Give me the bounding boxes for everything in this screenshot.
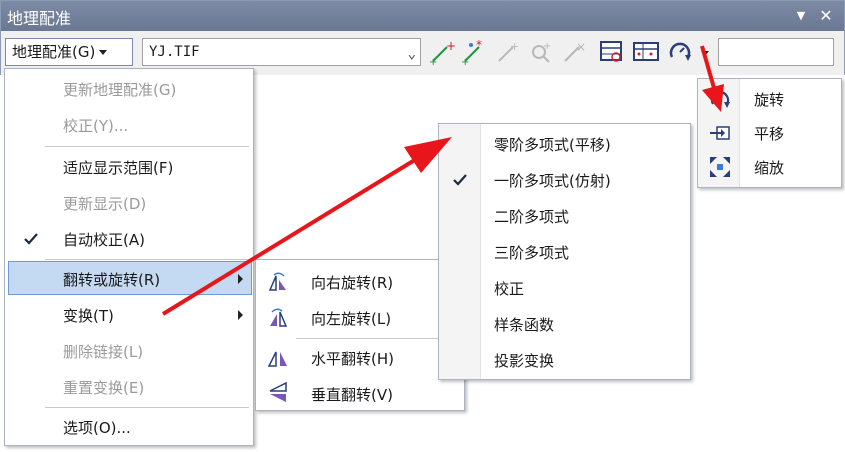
svg-text:+: + [446,39,456,53]
menu-item-label: 校正(Y)... [63,117,129,135]
chevron-right-icon [238,310,243,320]
menu-separator [45,146,249,147]
menu-item-label: 选项(O)... [63,419,131,437]
rotate-tool-dropdown-icon[interactable] [701,51,709,56]
view-link-table-icon[interactable] [597,37,627,67]
menu-item-shift[interactable]: 平移 [698,115,841,151]
menu-item-label: 缩放 [754,159,785,177]
svg-text:+: + [461,57,469,67]
rotate-right-icon [268,272,286,291]
close-icon[interactable]: ✕ [816,6,836,26]
shift-icon [710,126,730,140]
menu-item-delete-links[interactable]: 删除链接(L) [5,333,253,369]
transformation-submenu: 零阶多项式(平移) 一阶多项式(仿射) 二阶多项式 三阶多项式 校正 样条函数 … [438,123,691,380]
georeferencing-toolbar-window: 地理配准 ▼ ✕ 地理配准(G) YJ.TIF ⌄ + + + * + + × [0,0,845,75]
svg-text:+: + [543,41,551,52]
menu-item-spline[interactable]: 样条函数 [439,306,690,342]
menu-item-auto-adjust[interactable]: 自动校正(A) [5,221,253,257]
menu-item-flip-or-rotate[interactable]: 翻转或旋转(R) [8,261,252,295]
menu-item-first-order-polynomial[interactable]: 一阶多项式(仿射) [439,162,690,198]
view-link-table-alt-icon[interactable] [631,37,661,67]
layer-select[interactable]: YJ.TIF ⌄ [142,38,421,66]
menu-item-flip-vertical[interactable]: 垂直翻转(V) [256,376,464,412]
menu-item-third-order-polynomial[interactable]: 三阶多项式 [439,234,690,270]
add-control-points-icon[interactable]: + + [427,37,457,67]
menu-item-label: 垂直翻转(V) [311,386,393,404]
menu-separator [45,407,249,408]
menu-item-projective-transformation[interactable]: 投影变换 [439,342,690,378]
menu-item-label: 向右旋转(R) [311,274,394,292]
menu-item-scale[interactable]: 缩放 [698,149,841,185]
checkmark-icon [453,174,467,186]
menu-item-reset-transformation[interactable]: 重置变换(E) [5,369,253,405]
flip-horizontal-icon [267,351,287,367]
rotate-tool-dropdown-menu: 旋转 平移 缩放 [697,78,842,188]
menu-item-rotate-right[interactable]: 向右旋转(R) [256,264,464,300]
chevron-down-icon: ⌄ [407,46,416,62]
rotate-tool-icon[interactable] [665,37,695,67]
menu-item-label: 一阶多项式(仿射) [494,172,611,190]
svg-text:×: × [576,40,586,54]
svg-text:+: + [429,57,437,67]
menu-item-label: 翻转或旋转(R) [63,271,161,289]
toolbar-titlebar[interactable]: 地理配准 ▼ ✕ [1,1,844,31]
georeferencing-menu-button[interactable]: 地理配准(G) [5,38,133,66]
menu-item-rotate[interactable]: 旋转 [698,81,841,117]
menu-item-label: 投影变换 [494,352,555,370]
menu-item-transformation[interactable]: 变换(T) [5,297,253,333]
menu-item-options[interactable]: 选项(O)... [5,409,253,445]
menu-item-label: 自动校正(A) [63,231,145,249]
menu-item-label: 校正 [494,280,525,298]
chevron-down-icon [99,50,108,55]
rotate-left-icon [270,308,288,327]
flip-vertical-icon [269,381,287,402]
menu-item-label: 水平翻转(H) [311,350,394,368]
checkmark-icon [24,233,38,245]
chevron-right-icon [238,274,243,284]
menu-item-label: 适应显示范围(F) [63,159,174,177]
menu-separator [296,338,460,339]
menu-item-adjust[interactable]: 校正 [439,270,690,306]
menu-item-rotate-left[interactable]: 向左旋转(L) [256,300,464,336]
menu-item-update-georeferencing[interactable]: 更新地理配准(G) [5,71,253,107]
menu-item-label: 三阶多项式 [494,244,570,262]
menu-item-update-display[interactable]: 更新显示(D) [5,185,253,221]
georeferencing-menu-label: 地理配准(G) [12,43,96,61]
menu-item-label: 平移 [754,125,785,143]
flip-or-rotate-submenu: 向右旋转(R) 向左旋转(L) 水平翻转(H) 垂直翻转(V) [255,259,465,411]
menu-item-second-order-polynomial[interactable]: 二阶多项式 [439,198,690,234]
toolbar-title: 地理配准 [7,9,72,28]
menu-item-label: 二阶多项式 [494,208,570,226]
select-link-icon[interactable]: + [493,37,523,67]
svg-text:+: + [510,40,519,53]
menu-item-label: 样条函数 [494,316,555,334]
menu-item-label: 重置变换(E) [63,379,145,397]
menu-item-label: 变换(T) [63,307,114,325]
menu-item-label: 删除链接(L) [63,343,144,361]
auto-add-points-icon[interactable]: + * [459,37,489,67]
menu-item-label: 向左旋转(L) [311,310,392,328]
scale-icon [710,157,730,177]
menu-item-label: 更新地理配准(G) [63,81,177,99]
menu-item-label: 旋转 [754,91,785,109]
zoom-to-link-icon[interactable]: + [525,37,555,67]
menu-item-flip-horizontal[interactable]: 水平翻转(H) [256,340,464,376]
layer-select-value: YJ.TIF [149,44,200,60]
svg-text:*: * [476,38,482,52]
menu-item-label: 更新显示(D) [63,195,147,213]
rotate-icon [710,91,730,108]
rotation-angle-input[interactable] [718,38,834,66]
menu-item-zero-order-polynomial[interactable]: 零阶多项式(平移) [439,126,690,162]
toolbar-options-icon[interactable]: ▼ [791,6,811,26]
menu-item-label: 零阶多项式(平移) [494,136,611,154]
georeferencing-menu: 更新地理配准(G) 校正(Y)... 适应显示范围(F) 更新显示(D) 自动校… [4,68,254,446]
menu-separator [45,259,249,260]
delete-link-icon[interactable]: × [559,37,589,67]
menu-item-rectify[interactable]: 校正(Y)... [5,107,253,143]
menu-item-fit-to-display[interactable]: 适应显示范围(F) [5,149,253,185]
